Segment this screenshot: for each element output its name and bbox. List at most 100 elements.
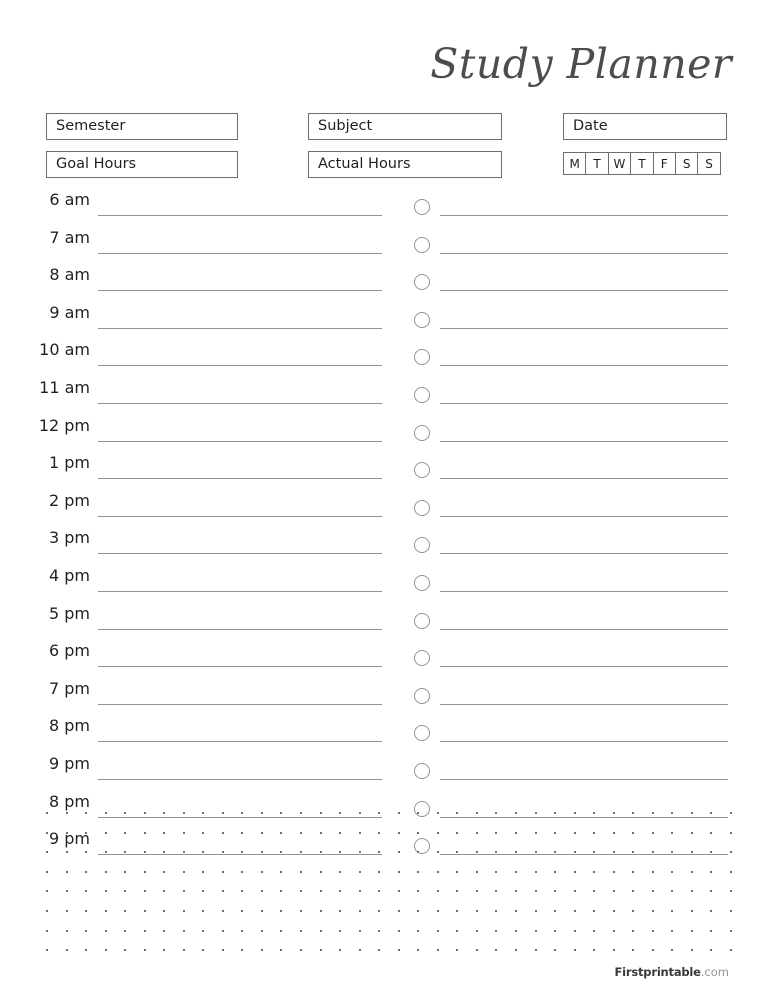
grid-dot [729,949,732,952]
schedule-write-line[interactable] [98,515,382,517]
task-write-line[interactable] [440,741,728,743]
day-cell[interactable]: T [585,152,609,175]
grid-dot [163,909,166,912]
task-checkbox-circle-icon[interactable] [414,725,430,742]
day-of-week-selector[interactable]: MTWTFSS [563,152,721,175]
task-checkbox-circle-icon[interactable] [414,574,430,591]
task-write-line[interactable] [440,215,728,216]
schedule-write-line[interactable] [98,778,382,780]
task-checkbox-circle-icon[interactable] [414,762,430,779]
grid-dot [260,890,263,893]
grid-dot [671,929,674,932]
task-checkbox-circle-icon[interactable] [414,687,430,704]
task-write-line[interactable] [440,590,728,592]
grid-dot [710,909,713,912]
grid-dot [241,812,244,814]
task-write-line[interactable] [440,666,728,668]
schedule-row: 7 am [0,227,773,265]
grid-dot [280,890,283,893]
task-write-line[interactable] [440,553,728,555]
grid-dot [378,812,381,814]
grid-dot [124,909,127,912]
schedule-write-line[interactable] [98,440,382,442]
grid-dot [124,870,127,873]
subject-field-label: Subject [318,118,373,135]
schedule-write-line[interactable] [98,215,382,216]
grid-dot [475,831,478,834]
grid-dot [300,812,303,814]
schedule-write-line[interactable] [98,252,382,254]
schedule-write-line[interactable] [98,703,382,705]
grid-dot [475,851,478,854]
day-cell[interactable]: W [607,152,632,175]
grid-dot [300,949,303,952]
footer-branding: Firstprintable.com [615,965,730,979]
task-checkbox-circle-icon[interactable] [414,499,430,516]
schedule-row: 12 pm [0,415,773,453]
task-write-line[interactable] [440,365,728,367]
task-write-line[interactable] [440,478,728,480]
dot-grid-notes-area[interactable] [46,812,732,952]
schedule-write-line[interactable] [98,365,382,367]
goal-hours-field-label: Goal Hours [56,156,137,173]
grid-dot [319,890,322,893]
schedule-row: 9 am [0,302,773,340]
task-checkbox-circle-icon[interactable] [414,537,430,554]
grid-dot [710,890,713,893]
semester-field[interactable]: Semester [46,113,238,140]
task-write-line[interactable] [440,327,728,329]
day-cell[interactable]: F [652,152,676,175]
schedule-write-line[interactable] [98,478,382,480]
grid-dot [495,949,498,952]
actual-hours-field-label: Actual Hours [318,156,411,173]
task-write-line[interactable] [440,703,728,705]
task-checkbox-circle-icon[interactable] [414,462,430,479]
day-cell[interactable]: S [674,152,699,175]
task-checkbox-circle-icon[interactable] [414,311,430,328]
schedule-write-line[interactable] [98,666,382,668]
schedule-write-line[interactable] [98,553,382,555]
schedule-write-line[interactable] [98,590,382,592]
actual-hours-field[interactable]: Actual Hours [308,151,502,178]
schedule-write-line[interactable] [98,628,382,630]
grid-dot [221,851,224,854]
task-write-line[interactable] [440,778,728,780]
task-write-line[interactable] [440,628,728,630]
task-write-line[interactable] [440,402,728,404]
task-checkbox-circle-icon[interactable] [414,424,430,441]
task-write-line[interactable] [440,252,728,254]
day-cell[interactable]: T [630,152,654,175]
schedule-write-line[interactable] [98,741,382,743]
day-cell[interactable]: S [697,152,721,175]
grid-dot [710,870,713,873]
grid-dot [397,831,400,834]
task-checkbox-circle-icon[interactable] [414,650,430,667]
grid-dot [417,890,420,893]
task-checkbox-circle-icon[interactable] [414,612,430,629]
day-cell[interactable]: M [563,152,587,175]
grid-dot [456,949,459,952]
grid-dot [339,831,342,834]
goal-hours-field[interactable]: Goal Hours [46,151,238,178]
grid-dot [632,851,635,854]
grid-dot [495,870,498,873]
schedule-write-line[interactable] [98,290,382,292]
grid-dot [104,812,107,814]
schedule-write-line[interactable] [98,402,382,404]
task-checkbox-circle-icon[interactable] [414,274,430,291]
task-write-line[interactable] [440,515,728,517]
date-field[interactable]: Date [563,113,727,140]
grid-dot [241,909,244,912]
grid-dot [729,870,732,873]
task-checkbox-circle-icon[interactable] [414,349,430,366]
grid-dot [319,851,322,854]
time-label: 8 am [49,265,90,285]
subject-field[interactable]: Subject [308,113,502,140]
task-checkbox-circle-icon[interactable] [414,199,430,215]
schedule-write-line[interactable] [98,327,382,329]
grid-dot [593,890,596,893]
task-write-line[interactable] [440,290,728,292]
task-checkbox-circle-icon[interactable] [414,236,430,253]
task-write-line[interactable] [440,440,728,442]
task-checkbox-circle-icon[interactable] [414,386,430,403]
